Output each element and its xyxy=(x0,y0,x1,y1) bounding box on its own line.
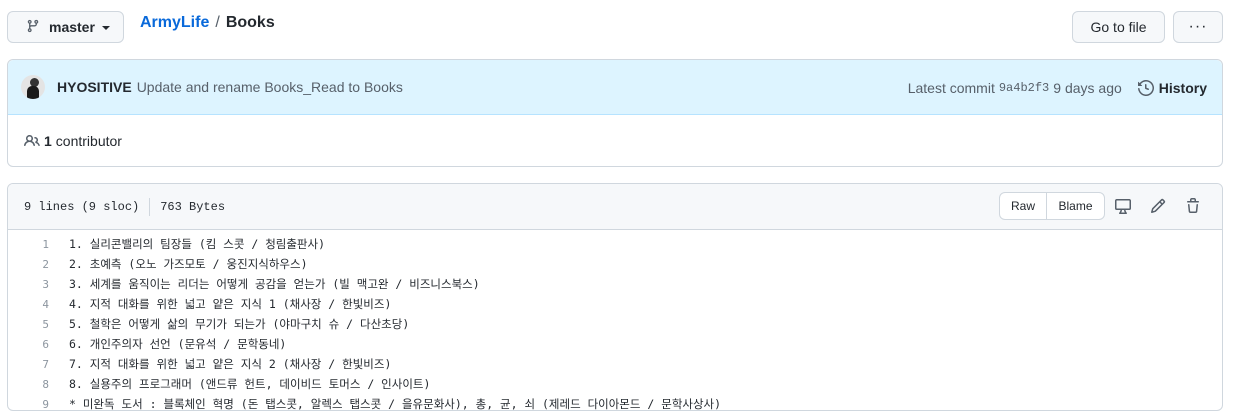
file-info-divider xyxy=(149,197,151,216)
line-number[interactable]: 1 xyxy=(8,238,49,251)
code-line: 8 8. 실용주의 프로그래머 (앤드류 헌트, 데이비드 토머스 / 인사이트) xyxy=(8,374,1222,394)
history-link[interactable]: History xyxy=(1137,79,1207,96)
line-number[interactable]: 4 xyxy=(8,298,49,311)
breadcrumb-file-name: Books xyxy=(225,14,275,31)
file-lines-info: 9 lines (9 sloc) xyxy=(24,199,140,214)
commit-author-link[interactable]: HYOSITIVE xyxy=(57,79,132,95)
people-icon xyxy=(24,134,40,146)
breadcrumb-separator: / xyxy=(215,14,220,31)
code-line: 5 5. 철학은 어떻게 삶의 무기가 되는가 (야마구치 슈 / 다산초당) xyxy=(8,314,1222,334)
file-viewer: 9 lines (9 sloc) 763 Bytes Raw Blame 1 1.… xyxy=(7,183,1223,411)
go-to-file-button[interactable]: Go to file xyxy=(1072,11,1165,43)
breadcrumb: ArmyLife / Books xyxy=(140,14,275,32)
file-view-button-group: Raw Blame xyxy=(999,192,1105,220)
contributor-count: 1 xyxy=(44,132,52,149)
code-line: 9 * 미완독 도서 : 블록체인 혁명 (돈 탭스콧, 알렉스 탭스콧 / 을유… xyxy=(8,394,1222,411)
raw-button[interactable]: Raw xyxy=(1000,193,1047,219)
line-text: 5. 철학은 어떻게 삶의 무기가 되는가 (야마구치 슈 / 다산초당) xyxy=(69,317,410,331)
line-text: 7. 지적 대화를 위한 넓고 얕은 지식 2 (채사장 / 한빛비즈) xyxy=(69,357,392,371)
line-number[interactable]: 2 xyxy=(8,258,49,271)
commit-summary-box: HYOSITIVE Update and rename Books_Read t… xyxy=(7,59,1223,167)
history-icon xyxy=(1137,79,1154,96)
line-number[interactable]: 5 xyxy=(8,318,49,331)
code-line: 6 6. 개인주의자 선언 (문유석 / 문학동네) xyxy=(8,334,1222,354)
latest-commit-bar: HYOSITIVE Update and rename Books_Read t… xyxy=(8,60,1222,115)
file-navigation: master ArmyLife / Books Go to file ··· xyxy=(0,0,1233,50)
commit-meta: Latest commit 9a4b2f3 9 days ago History xyxy=(908,60,1207,115)
commit-sha-link[interactable]: 9a4b2f3 xyxy=(999,81,1049,95)
kebab-horizontal-icon: ··· xyxy=(1188,18,1208,35)
blame-button[interactable]: Blame xyxy=(1047,193,1104,219)
line-text: 4. 지적 대화를 위한 넓고 얕은 지식 1 (채사장 / 한빛비즈) xyxy=(69,297,392,311)
line-text: 8. 실용주의 프로그래머 (앤드류 헌트, 데이비드 토머스 / 인사이트) xyxy=(69,377,431,391)
contributors-row[interactable]: 1 contributor xyxy=(8,115,1222,166)
avatar[interactable] xyxy=(21,75,45,99)
line-text: 2. 초예측 (오노 가즈모토 / 웅진지식하우스) xyxy=(69,257,308,271)
line-text: 6. 개인주의자 선언 (문유석 / 문학동네) xyxy=(69,337,287,351)
desktop-icon[interactable] xyxy=(1114,197,1132,215)
line-text: * 미완독 도서 : 블록체인 혁명 (돈 탭스콧, 알렉스 탭스콧 / 을유문… xyxy=(69,397,722,411)
contributor-label: contributor xyxy=(55,132,122,149)
code-line: 7 7. 지적 대화를 위한 넓고 얕은 지식 2 (채사장 / 한빛비즈) xyxy=(8,354,1222,374)
line-text: 3. 세계를 움직이는 리더는 어떻게 공감을 얻는가 (빌 맥고완 / 비즈니… xyxy=(69,277,480,291)
latest-commit-label: Latest commit xyxy=(907,79,995,96)
line-number[interactable]: 6 xyxy=(8,338,49,351)
commit-message-link[interactable]: Update and rename Books_Read to Books xyxy=(137,79,403,95)
chevron-down-icon xyxy=(101,26,110,30)
branch-selector-button[interactable]: master xyxy=(7,11,124,43)
line-number[interactable]: 8 xyxy=(8,378,49,391)
commit-time: 9 days ago xyxy=(1053,79,1122,96)
file-header: 9 lines (9 sloc) 763 Bytes Raw Blame xyxy=(8,184,1222,230)
line-number[interactable]: 9 xyxy=(8,398,49,411)
file-size: 763 Bytes xyxy=(160,199,226,214)
code-line: 3 3. 세계를 움직이는 리더는 어떻게 공감을 얻는가 (빌 맥고완 / 비즈… xyxy=(8,274,1222,294)
code-line: 4 4. 지적 대화를 위한 넓고 얕은 지식 1 (채사장 / 한빛비즈) xyxy=(8,294,1222,314)
breadcrumb-repo-link[interactable]: ArmyLife xyxy=(140,14,209,32)
history-label: History xyxy=(1158,79,1207,96)
line-text: 1. 실리콘밸리의 팀장들 (킴 스콧 / 청림출판사) xyxy=(69,237,326,251)
trash-icon[interactable] xyxy=(1184,197,1202,215)
more-options-button[interactable]: ··· xyxy=(1173,11,1223,43)
pencil-icon[interactable] xyxy=(1149,197,1167,215)
code-line: 2 2. 초예측 (오노 가즈모토 / 웅진지식하우스) xyxy=(8,254,1222,274)
branch-name: master xyxy=(49,19,95,35)
git-branch-icon xyxy=(26,18,49,37)
line-number[interactable]: 7 xyxy=(8,358,49,371)
line-number[interactable]: 3 xyxy=(8,278,49,291)
code-view: 1 1. 실리콘밸리의 팀장들 (킴 스콧 / 청림출판사) 2 2. 초예측 (오… xyxy=(8,230,1222,411)
code-line: 1 1. 실리콘밸리의 팀장들 (킴 스콧 / 청림출판사) xyxy=(8,234,1222,254)
